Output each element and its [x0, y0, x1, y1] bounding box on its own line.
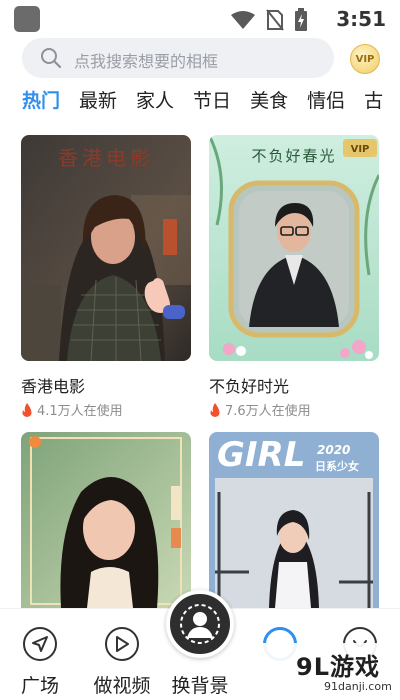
category-tabs: 热门 最新 家人 节日 美食 情侣 古 — [22, 88, 400, 122]
portrait-icon — [180, 604, 220, 644]
status-bar: 3:51 — [0, 0, 400, 36]
template-thumbnail[interactable]: GIRL 2020 日系少女 — [209, 432, 379, 608]
app-notification-icon — [14, 6, 40, 32]
template-thumbnail[interactable]: 香港电影 — [21, 135, 191, 361]
poster-subtitle: 日系少女 — [315, 459, 359, 473]
change-background-button[interactable] — [166, 590, 234, 658]
vip-button[interactable]: VIP — [350, 44, 380, 74]
template-title: 不负好时光 — [209, 377, 290, 396]
nav-plaza[interactable]: 广场 — [0, 619, 80, 698]
tab-festival[interactable]: 节日 — [193, 88, 231, 122]
usage-count: 7.6万人在使用 — [209, 400, 311, 419]
fire-icon — [210, 402, 220, 417]
poster-title: 不负好春光 — [251, 147, 336, 165]
tab-hot[interactable]: 热门 — [22, 88, 60, 122]
status-icons — [230, 8, 308, 32]
usage-text: 7.6万人在使用 — [225, 404, 311, 419]
search-icon — [41, 48, 62, 69]
watermark: 9L游戏 91danji.com — [262, 643, 400, 700]
poster-title: 香港电影 — [58, 146, 154, 170]
wifi-icon — [231, 11, 255, 29]
tab-food[interactable]: 美食 — [250, 88, 288, 122]
tab-couple[interactable]: 情侣 — [307, 88, 345, 122]
search-placeholder: 点我搜索想要的相框 — [74, 52, 219, 71]
battery-icon — [295, 8, 307, 31]
template-thumbnail[interactable] — [21, 432, 191, 608]
template-card[interactable]: VIP 不负好春光 不负好时光 7.6万人在使用 — [209, 135, 379, 420]
nav-make-video-label: 做视频 — [93, 675, 151, 697]
usage-text: 4.1万人在使用 — [37, 404, 123, 419]
usage-count: 4.1万人在使用 — [21, 400, 123, 419]
fire-icon — [22, 402, 32, 417]
poster-title: GIRL — [217, 435, 305, 475]
template-card[interactable]: 香港电影 香港电影 4.1万人在使用 — [21, 135, 191, 420]
template-thumbnail[interactable]: VIP 不负好春光 — [209, 135, 379, 361]
nav-make-video[interactable]: 做视频 — [82, 619, 162, 698]
tab-ancient[interactable]: 古 — [364, 88, 383, 122]
template-card[interactable]: GIRL 2020 日系少女 — [209, 432, 379, 608]
nav-change-background-label: 换背景 — [171, 675, 229, 697]
tab-family[interactable]: 家人 — [136, 88, 174, 122]
search-input[interactable]: 点我搜索想要的相框 — [22, 38, 334, 78]
tab-latest[interactable]: 最新 — [79, 88, 117, 122]
play-icon — [105, 627, 139, 661]
vip-tag: VIP — [351, 144, 370, 155]
poster-year: 2020 — [317, 443, 350, 457]
compass-icon — [23, 627, 57, 661]
status-time: 3:51 — [336, 7, 386, 31]
watermark-logo: 9L游戏 — [296, 653, 380, 681]
no-sim-icon — [266, 9, 284, 31]
nav-plaza-label: 广场 — [20, 675, 59, 697]
template-card[interactable] — [21, 432, 191, 608]
template-title: 香港电影 — [21, 377, 86, 396]
watermark-url: 91danji.com — [324, 680, 392, 693]
